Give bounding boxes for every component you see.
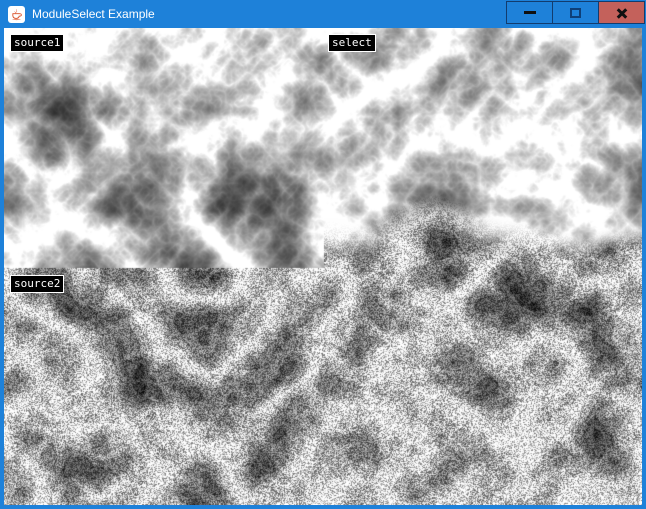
label-source1: source1 bbox=[10, 34, 64, 52]
close-icon bbox=[616, 7, 628, 19]
window-title: ModuleSelect Example bbox=[32, 7, 155, 21]
label-select: select bbox=[328, 34, 376, 52]
app-window: ModuleSelect Example source1 select sour… bbox=[0, 0, 646, 509]
maximize-button[interactable] bbox=[552, 1, 599, 24]
minimize-icon bbox=[524, 11, 536, 14]
titlebar[interactable]: ModuleSelect Example bbox=[0, 0, 646, 28]
close-button[interactable] bbox=[598, 1, 645, 24]
coffee-cup-icon bbox=[10, 8, 23, 21]
noise-canvas bbox=[4, 28, 642, 505]
java-app-icon bbox=[8, 6, 25, 23]
render-area: source1 select source2 bbox=[4, 28, 642, 505]
window-controls bbox=[507, 1, 645, 24]
maximize-icon bbox=[570, 8, 581, 18]
minimize-button[interactable] bbox=[506, 1, 553, 24]
label-source2: source2 bbox=[10, 275, 64, 293]
